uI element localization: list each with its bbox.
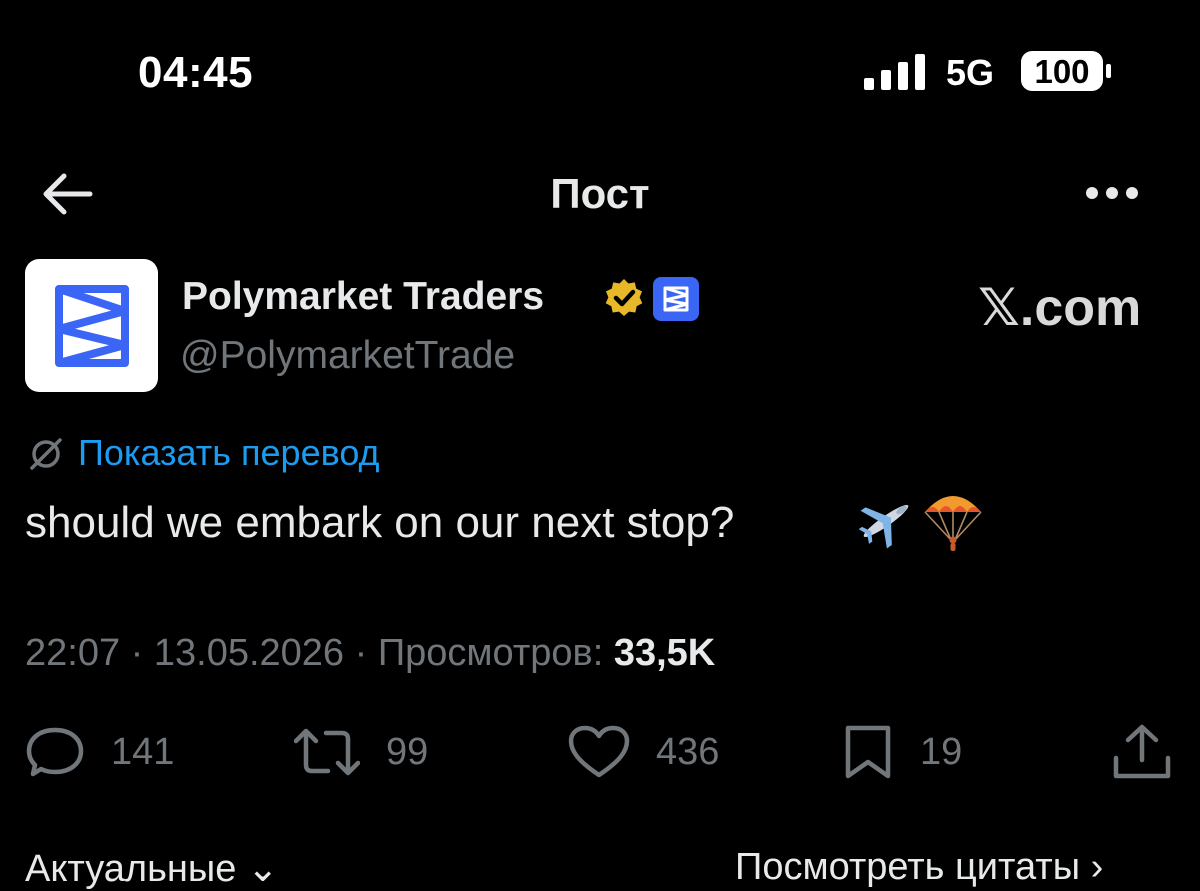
avatar[interactable] (25, 259, 158, 392)
retweet-button[interactable]: 99 (294, 724, 428, 780)
tweet-time: 22:07 (25, 632, 121, 674)
polymarket-logo-icon (55, 285, 129, 367)
separator: · (120, 632, 154, 674)
bookmark-count: 19 (920, 730, 963, 773)
page-title: Пост (550, 170, 650, 217)
sort-replies-dropdown[interactable]: Актуальные ⌄ (25, 846, 279, 891)
view-quotes-link[interactable]: Посмотреть цитаты › (735, 846, 1103, 889)
reply-button[interactable]: 141 (25, 724, 174, 780)
bookmark-button[interactable]: 19 (842, 724, 962, 780)
author-handle[interactable]: @PolymarketTrade (180, 334, 515, 378)
tweet-date: 13.05.2026 (153, 632, 345, 674)
heart-icon (568, 725, 630, 778)
share-icon (1113, 724, 1171, 779)
verified-badge-icon (605, 279, 643, 316)
tweet-meta: 22:07 · 13.05.2026 · Просмотров: 33,5K (25, 632, 715, 675)
battery-level: 100 (1034, 53, 1089, 90)
status-time: 04:45 (138, 48, 254, 97)
back-button[interactable] (40, 170, 96, 218)
like-count: 436 (656, 730, 720, 773)
author-name[interactable]: Polymarket Traders (182, 275, 544, 319)
battery-indicator: 100 (1020, 50, 1112, 92)
network-label: 5G (946, 52, 995, 93)
more-options-button[interactable] (1084, 178, 1140, 208)
signal-icon (864, 54, 925, 90)
show-translation-link[interactable]: Показать перевод (78, 432, 380, 474)
affiliate-badge[interactable] (653, 277, 699, 321)
share-button[interactable] (1112, 724, 1172, 780)
airplane-emoji-icon (858, 504, 909, 549)
parachute-emoji-icon (924, 496, 982, 551)
tweet-text: should we embark on our next stop? (25, 498, 735, 547)
reply-icon (26, 727, 84, 777)
arrow-left-icon (43, 173, 93, 215)
battery-icon: 100 (1021, 51, 1111, 91)
bookmark-icon (845, 725, 891, 779)
like-button[interactable]: 436 (568, 724, 719, 780)
views-label: Просмотров: (377, 632, 604, 674)
more-icon (1086, 187, 1138, 199)
retweet-icon (294, 728, 360, 776)
affiliate-logo-icon (663, 286, 689, 312)
reply-count: 141 (111, 730, 175, 773)
globe-slash-icon (30, 438, 62, 470)
separator: · (344, 632, 378, 674)
x-watermark: 𝕏.com (978, 279, 1142, 337)
views-count[interactable]: 33,5K (614, 632, 715, 674)
retweet-count: 99 (386, 730, 429, 773)
